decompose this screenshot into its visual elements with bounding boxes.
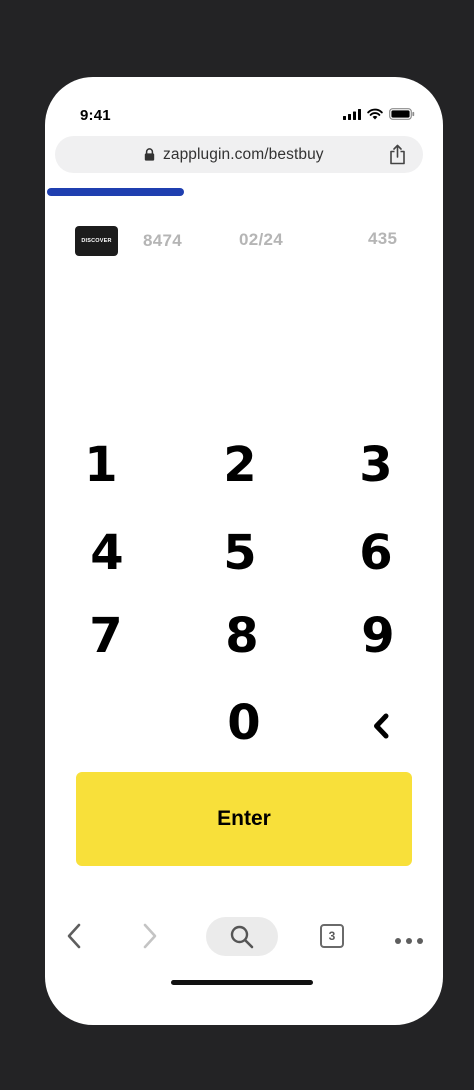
wifi-icon xyxy=(367,108,383,120)
address-bar[interactable]: zapplugin.com/bestbuy xyxy=(55,136,423,173)
chevron-left-icon xyxy=(374,713,389,739)
key-9[interactable]: 9 xyxy=(338,606,418,666)
key-1[interactable]: 1 xyxy=(61,435,141,495)
progress-bar xyxy=(47,188,280,196)
battery-icon xyxy=(389,108,415,120)
key-7[interactable]: 7 xyxy=(66,606,146,666)
card-expiry: 02/24 xyxy=(239,230,284,249)
status-time: 9:41 xyxy=(80,107,111,124)
phone-screen: 9:41 zapplugin.com/bestbuy DISCOVER 8474… xyxy=(45,77,443,1025)
home-indicator xyxy=(171,980,313,985)
search-icon xyxy=(230,925,254,948)
more-icon xyxy=(395,938,423,944)
forward-icon xyxy=(143,923,157,949)
backspace-button[interactable] xyxy=(341,696,421,756)
key-6[interactable]: 6 xyxy=(336,523,416,583)
signal-icon xyxy=(343,108,361,120)
more-button[interactable] xyxy=(394,932,424,950)
key-8[interactable]: 8 xyxy=(202,606,282,666)
back-icon xyxy=(67,923,81,949)
browser-back-button[interactable] xyxy=(65,922,83,955)
browser-forward-button[interactable] xyxy=(141,922,159,955)
tabs-button[interactable]: 3 xyxy=(320,924,344,948)
share-icon[interactable] xyxy=(389,144,406,165)
key-3[interactable]: 3 xyxy=(336,435,416,495)
key-0[interactable]: 0 xyxy=(204,693,284,753)
discover-card-logo: DISCOVER xyxy=(75,226,118,256)
card-cvv: 435 xyxy=(368,229,398,248)
key-4[interactable]: 4 xyxy=(67,523,147,583)
key-5[interactable]: 5 xyxy=(200,523,280,583)
card-last-four: 8474 xyxy=(143,231,183,250)
progress-fill xyxy=(47,188,185,196)
enter-button[interactable]: Enter xyxy=(76,772,412,866)
lock-icon xyxy=(144,148,155,161)
url-text[interactable]: zapplugin.com/bestbuy xyxy=(163,146,324,164)
status-icons xyxy=(343,108,415,120)
search-button[interactable] xyxy=(206,917,278,956)
key-2[interactable]: 2 xyxy=(200,435,280,495)
tab-count: 3 xyxy=(328,929,336,943)
